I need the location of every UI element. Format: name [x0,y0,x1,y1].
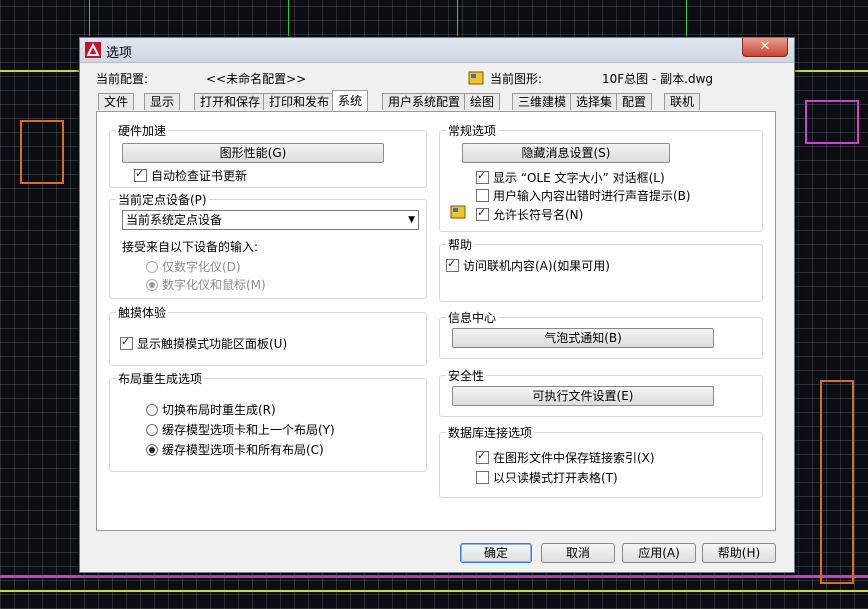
current-profile-value: <<未命名配置>> [206,72,307,86]
checkbox-checked-icon [446,257,459,272]
radio-unchecked-icon [146,424,158,436]
tab-open-save[interactable]: 打开和保存 [194,93,267,110]
digitizer-only-label: 仅数字化仪(D) [162,260,241,274]
checkbox-checked-icon [476,169,489,184]
infocenter-title: 信息中心 [446,309,499,326]
current-profile-label: 当前配置: [96,72,149,86]
layout-regen-title: 布局重生成选项 [116,370,205,387]
save-link-index-checkbox[interactable]: 在图形文件中保存链接索引(X) [476,449,655,466]
ole-text-size-label: 显示 “OLE 文字大小” 对话框(L) [493,171,665,185]
long-symbol-names-label: 允许长符号名(N) [493,208,584,222]
ok-button[interactable]: 确定 [460,543,532,563]
pointing-device-group: 当前定点设备(P) 当前系统定点设备 ▼ 接受来自以下设备的输入: 仅数字化仪(… [109,191,427,299]
hidden-messages-button[interactable]: 隐藏消息设置(S) [462,143,670,163]
balloon-notifications-button[interactable]: 气泡式通知(B) [452,328,714,348]
profile-row: 当前配置: <<未命名配置>> 当前图形: 10F总图 - 副本.dwg [96,70,776,88]
help-title: 帮助 [446,236,475,253]
radio-checked-icon [146,444,158,456]
checkbox-unchecked-icon [476,189,489,202]
checkbox-checked-icon [476,449,489,464]
regen-on-switch-label: 切换布局时重生成(R) [162,403,276,417]
cancel-button[interactable]: 取消 [541,543,615,563]
beep-on-error-checkbox[interactable]: 用户输入内容出错时进行声音提示(B) [476,187,691,204]
hardware-acceleration-group: 硬件加速 图形性能(G) 自动检查证书更新 [109,122,427,188]
online-content-checkbox[interactable]: 访问联机内容(A)(如果可用) [446,257,610,274]
cache-model-last-layout-label: 缓存模型选项卡和上一个布局(Y) [162,423,335,437]
readonly-tables-label: 以只读模式打开表格(T) [493,471,618,485]
current-drawing-value: 10F总图 - 副本.dwg [602,72,713,86]
tab-system[interactable]: 系统 [332,90,369,111]
show-touch-panel-label: 显示触摸模式功能区面板(U) [137,337,288,351]
ole-text-size-checkbox[interactable]: 显示 “OLE 文字大小” 对话框(L) [476,169,665,186]
hardware-acceleration-title: 硬件加速 [116,122,169,139]
tab-profiles[interactable]: 配置 [616,93,653,110]
checkbox-unchecked-icon [476,471,489,484]
digitizer-and-mouse-label: 数字化仪和鼠标(M) [162,278,266,292]
graphics-performance-button[interactable]: 图形性能(G) [122,143,384,163]
regen-on-switch-radio[interactable]: 切换布局时重生成(R) [146,401,276,418]
security-title: 安全性 [446,367,487,384]
tab-plot-publish[interactable]: 打印和发布 [263,93,336,110]
drawing-file-icon [468,71,484,85]
digitizer-and-mouse-radio[interactable]: 数字化仪和鼠标(M) [146,276,266,293]
digitizer-only-radio[interactable]: 仅数字化仪(D) [146,258,241,275]
tab-online[interactable]: 联机 [664,93,701,110]
close-button[interactable]: ✕ [742,38,788,57]
autocad-logo-icon [85,42,101,58]
drawing-file-icon [450,205,466,219]
tab-selection[interactable]: 选择集 [570,93,619,110]
db-connectivity-title: 数据库连接选项 [446,424,535,441]
radio-unchecked-icon [146,261,158,273]
cache-model-last-layout-radio[interactable]: 缓存模型选项卡和上一个布局(Y) [146,421,335,438]
help-group: 帮助 访问联机内容(A)(如果可用) [439,236,763,302]
general-options-title: 常规选项 [446,122,499,139]
cache-model-all-layouts-radio[interactable]: 缓存模型选项卡和所有布局(C) [146,441,324,458]
checkbox-checked-icon [476,206,489,221]
touch-experience-group: 触摸体验 显示触摸模式功能区面板(U) [109,304,427,366]
show-touch-panel-checkbox[interactable]: 显示触摸模式功能区面板(U) [120,335,287,352]
current-drawing-label: 当前图形: [490,72,543,86]
infocenter-group: 信息中心 气泡式通知(B) [439,309,763,359]
tab-display[interactable]: 显示 [144,93,181,110]
accept-input-label: 接受来自以下设备的输入: [122,240,259,254]
auto-check-certificates-checkbox[interactable]: 自动检查证书更新 [134,167,247,184]
cache-model-all-layouts-label: 缓存模型选项卡和所有布局(C) [162,443,324,457]
radio-unchecked-icon [146,404,158,416]
general-options-group: 常规选项 隐藏消息设置(S) 显示 “OLE 文字大小” 对话框(L) 用户输入… [439,122,763,232]
radio-checked-icon [146,279,158,291]
tab-user-preferences[interactable]: 用户系统配置 [382,93,467,110]
checkbox-checked-icon [134,167,147,182]
pointing-device-value: 当前系统定点设备 [126,213,223,227]
system-tab-panel: 硬件加速 图形性能(G) 自动检查证书更新 当前定点设备(P) 当前系统定点设备… [96,111,776,531]
layout-regen-group: 布局重生成选项 切换布局时重生成(R) 缓存模型选项卡和上一个布局(Y) 缓存模… [109,370,427,472]
title-bar[interactable]: 选项 ✕ [80,38,794,63]
pointing-device-title: 当前定点设备(P) [116,191,209,208]
executable-settings-button[interactable]: 可执行文件设置(E) [452,386,714,406]
tab-files[interactable]: 文件 [98,93,135,110]
help-button[interactable]: 帮助(H) [702,543,776,563]
pointing-device-select[interactable]: 当前系统定点设备 ▼ [122,210,419,230]
beep-on-error-label: 用户输入内容出错时进行声音提示(B) [493,189,691,203]
apply-button[interactable]: 应用(A) [622,543,696,563]
tab-3d-modeling[interactable]: 三维建模 [512,93,573,110]
options-dialog: 选项 ✕ 当前配置: <<未命名配置>> 当前图形: 10F总图 - 副本.dw… [79,37,795,573]
checkbox-checked-icon [120,335,133,350]
readonly-tables-checkbox[interactable]: 以只读模式打开表格(T) [476,469,618,486]
window-title: 选项 [106,46,133,61]
long-symbol-names-checkbox[interactable]: 允许长符号名(N) [476,206,583,223]
tab-drafting[interactable]: 绘图 [464,93,501,110]
chevron-down-icon: ▼ [408,215,415,225]
db-connectivity-group: 数据库连接选项 在图形文件中保存链接索引(X) 以只读模式打开表格(T) [439,424,763,498]
online-content-label: 访问联机内容(A)(如果可用) [463,259,610,273]
save-link-index-label: 在图形文件中保存链接索引(X) [493,451,655,465]
security-group: 安全性 可执行文件设置(E) [439,367,763,417]
auto-check-label: 自动检查证书更新 [151,169,248,183]
touch-experience-title: 触摸体验 [116,304,169,321]
